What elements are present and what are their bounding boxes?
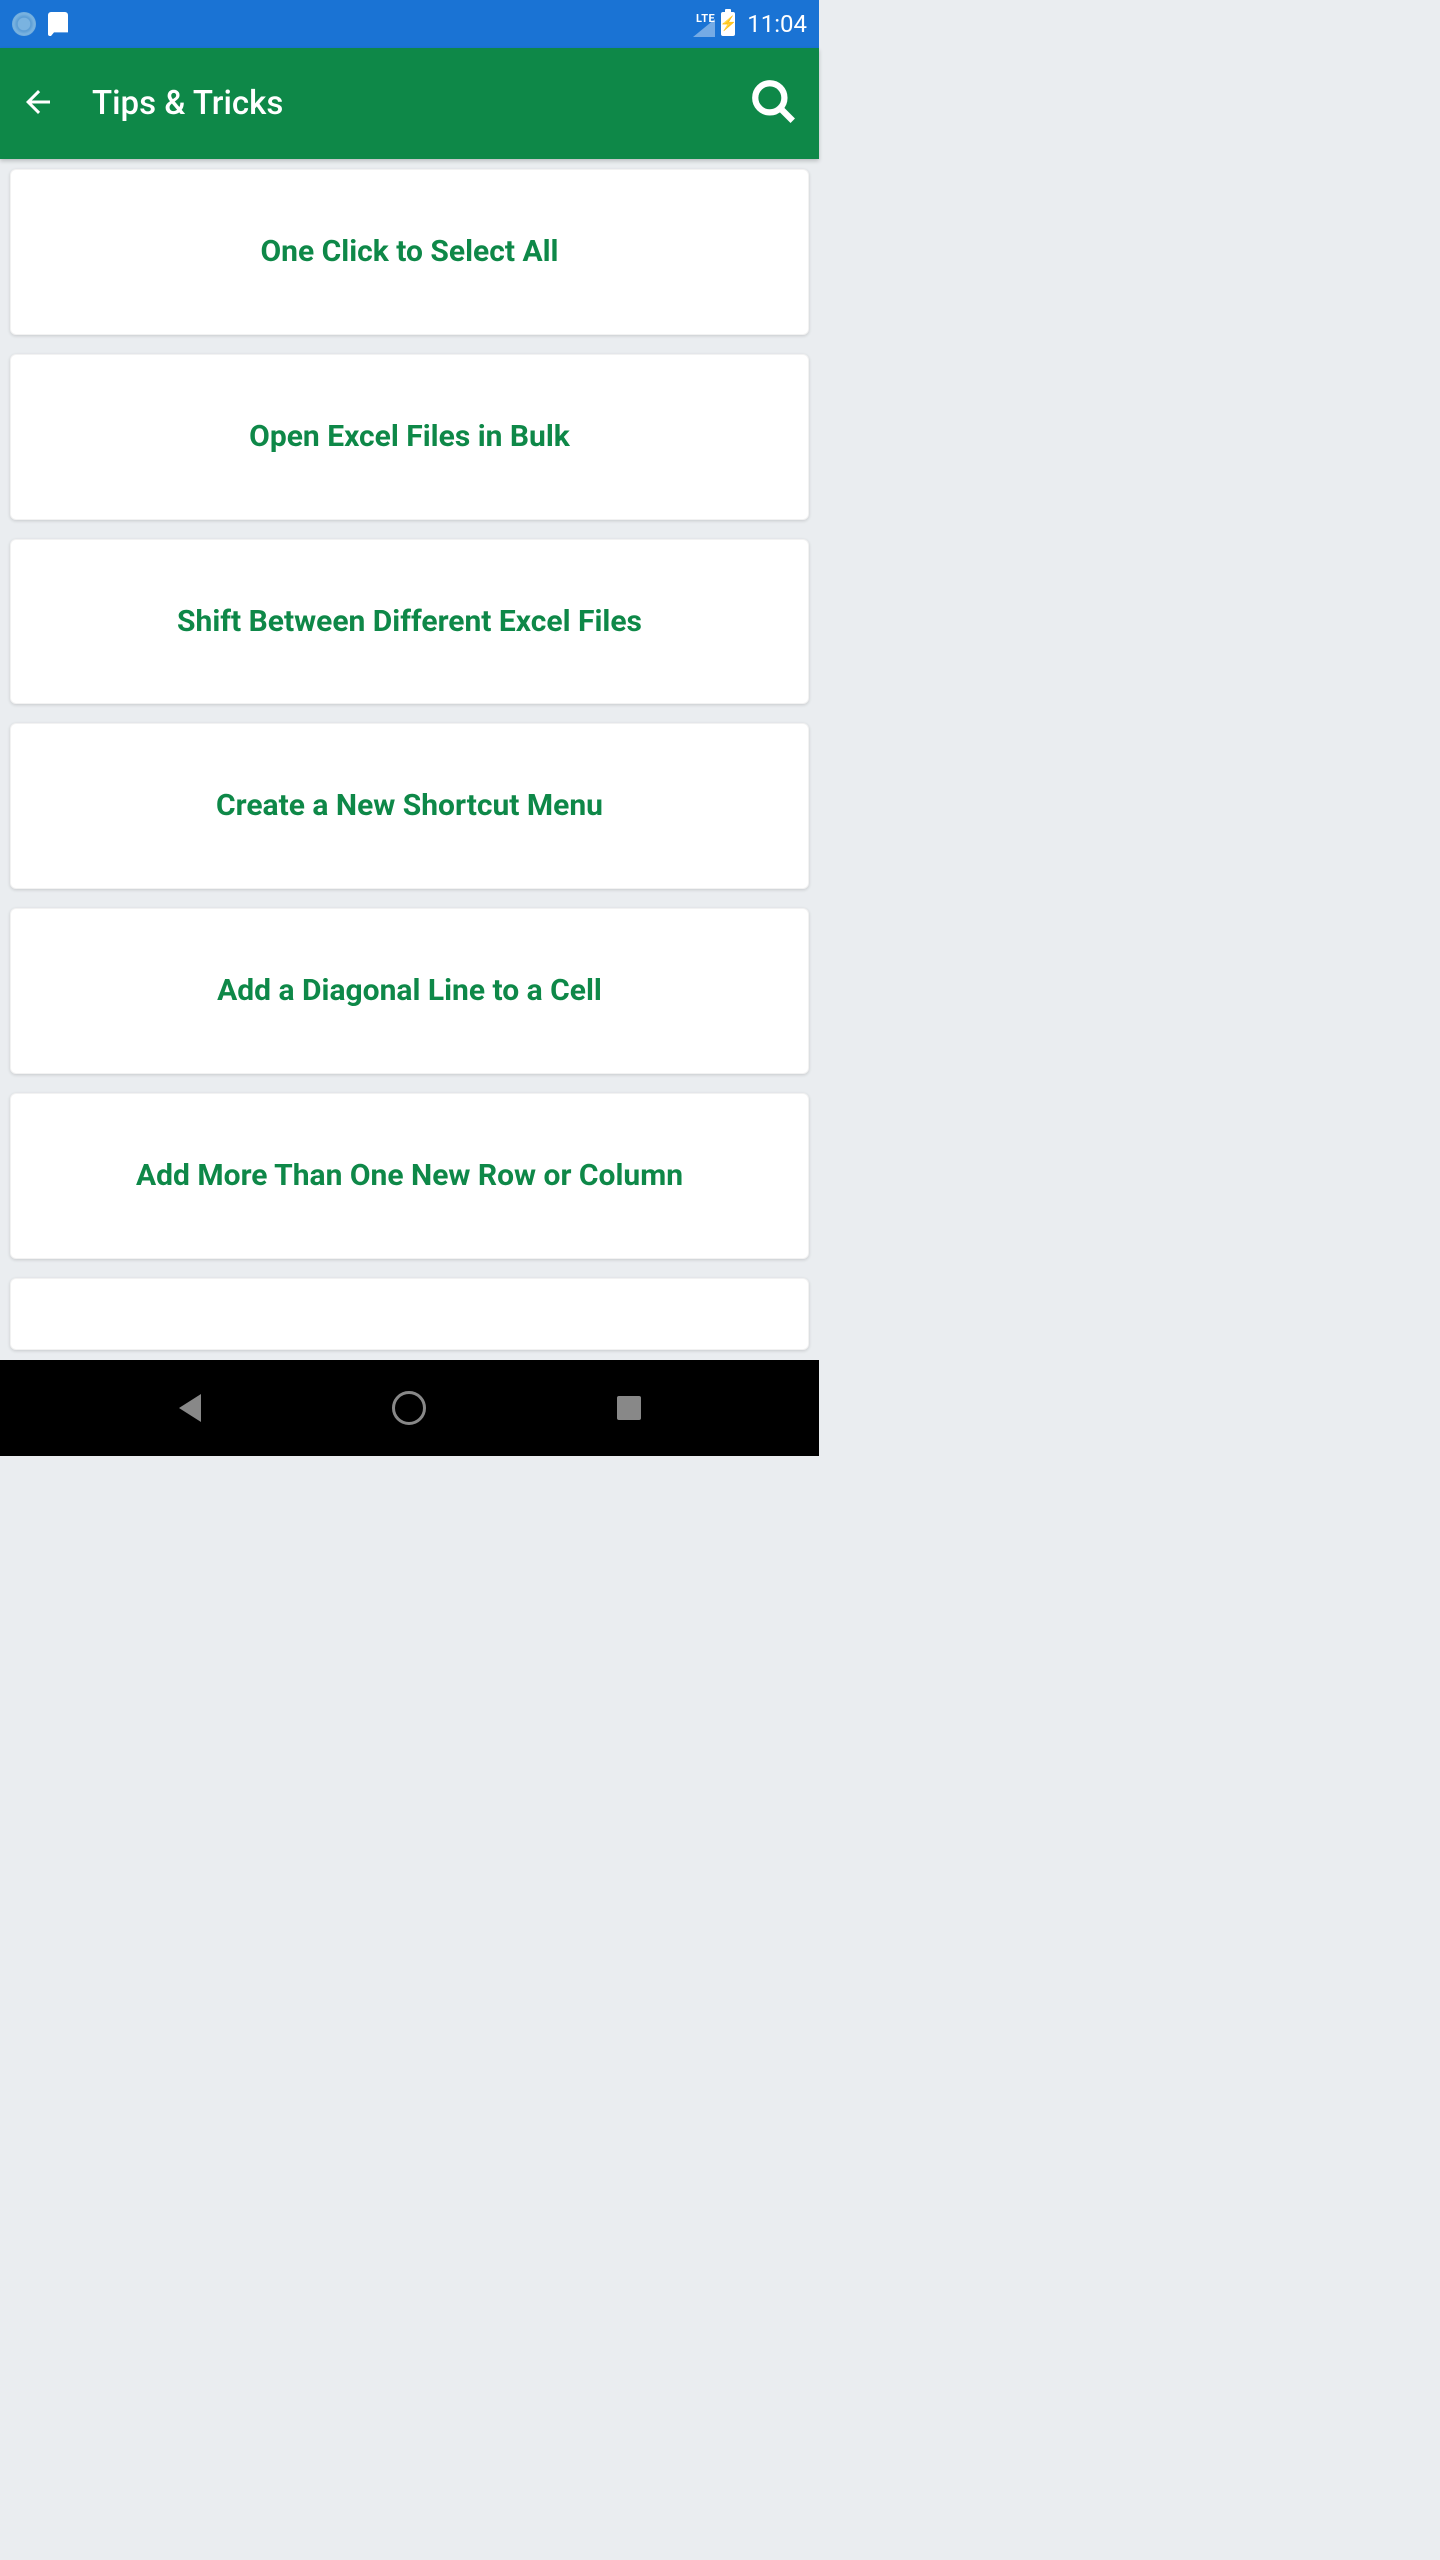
battery-icon: ⚡ bbox=[721, 12, 735, 36]
list-item[interactable] bbox=[10, 1278, 809, 1350]
nav-back-icon bbox=[179, 1394, 201, 1422]
clock-label: 11:04 bbox=[747, 10, 807, 38]
tip-title: Add More Than One New Row or Column bbox=[136, 1158, 683, 1194]
nav-recent-button[interactable] bbox=[599, 1378, 659, 1438]
navigation-bar bbox=[0, 1360, 819, 1456]
list-item[interactable]: Add a Diagonal Line to a Cell bbox=[10, 908, 809, 1074]
back-button[interactable] bbox=[20, 84, 56, 124]
nav-recent-icon bbox=[617, 1396, 641, 1420]
tip-title: Shift Between Different Excel Files bbox=[177, 604, 642, 640]
back-arrow-icon bbox=[20, 84, 56, 120]
list-item[interactable]: Add More Than One New Row or Column bbox=[10, 1093, 809, 1259]
nav-home-icon bbox=[392, 1391, 426, 1425]
signal-triangle-icon bbox=[693, 19, 715, 37]
tip-title: Add a Diagonal Line to a Cell bbox=[217, 973, 602, 1009]
tips-list: One Click to Select All Open Excel Files… bbox=[0, 159, 819, 1360]
tip-title: Open Excel Files in Bulk bbox=[249, 419, 570, 455]
status-bar: LTE ⚡ 11:04 bbox=[0, 0, 819, 48]
list-item[interactable]: One Click to Select All bbox=[10, 169, 809, 335]
loading-icon bbox=[12, 12, 36, 36]
nav-back-button[interactable] bbox=[160, 1378, 220, 1438]
tip-title: Create a New Shortcut Menu bbox=[216, 788, 603, 824]
search-icon bbox=[749, 77, 799, 127]
status-right-group: LTE ⚡ 11:04 bbox=[693, 10, 807, 38]
list-item[interactable]: Shift Between Different Excel Files bbox=[10, 539, 809, 705]
list-item[interactable]: Create a New Shortcut Menu bbox=[10, 723, 809, 889]
nav-home-button[interactable] bbox=[379, 1378, 439, 1438]
page-title: Tips & Tricks bbox=[92, 84, 713, 123]
search-button[interactable] bbox=[749, 77, 799, 131]
signal-indicator: LTE bbox=[693, 12, 715, 37]
list-item[interactable]: Open Excel Files in Bulk bbox=[10, 354, 809, 520]
sd-card-icon bbox=[48, 12, 68, 36]
status-left-group bbox=[12, 12, 693, 36]
tip-title: One Click to Select All bbox=[260, 234, 558, 270]
app-bar: Tips & Tricks bbox=[0, 48, 819, 159]
battery-charging-icon: ⚡ bbox=[720, 17, 737, 31]
